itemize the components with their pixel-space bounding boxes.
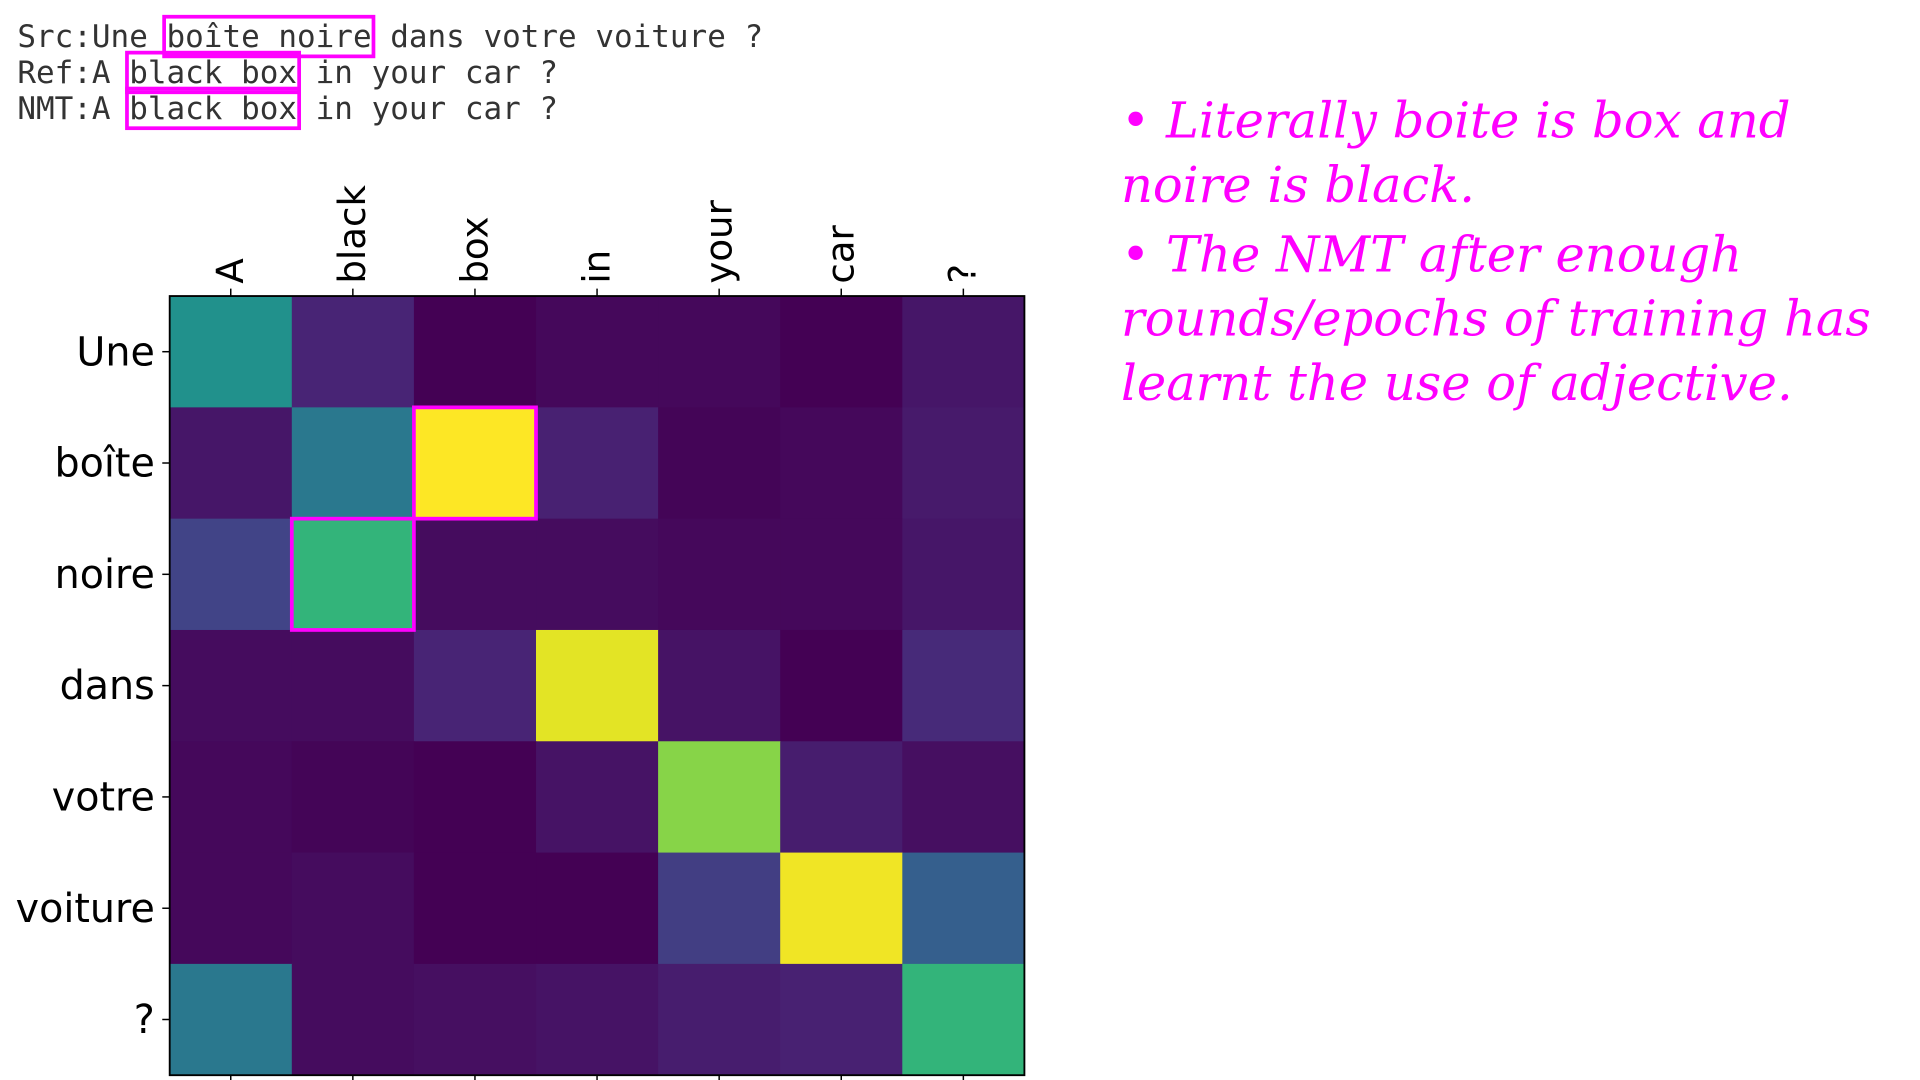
heatmap-cell: [536, 741, 659, 854]
heatmap-cell: [413, 518, 537, 631]
heatmap-cell: [902, 296, 1026, 408]
heatmap-cell: [536, 518, 659, 631]
note-2: • The NMT after enough rounds/epochs of …: [1121, 226, 1871, 413]
heatmap-cell: [536, 629, 659, 742]
heatmap-cell: [169, 518, 293, 631]
heatmap-cell: [169, 296, 293, 408]
y-tick-label: votre: [52, 775, 155, 821]
heatmap-cell: [291, 407, 415, 520]
heatmap-cell: [536, 963, 659, 1076]
y-tick-label: noire: [55, 552, 155, 598]
heatmap-cell: [536, 407, 659, 520]
figure: Src:Une boîte noire dans votre voiture ?…: [0, 0, 1920, 1080]
heatmap-cell: [169, 963, 293, 1076]
heatmap-cell: [902, 629, 1026, 742]
heatmap-cell: [536, 296, 659, 408]
heatmap-cell: [658, 963, 781, 1076]
heatmap-cell: [413, 963, 537, 1076]
heatmap-cell: [902, 852, 1026, 965]
heatmap-cell: [169, 852, 293, 965]
heatmap-cell: [291, 741, 415, 854]
heatmap-cell: [536, 852, 659, 965]
x-tick-label: car: [820, 224, 863, 283]
x-tick-label: box: [453, 216, 496, 283]
heatmap-cell: [780, 629, 903, 742]
heatmap-cell: [291, 629, 415, 742]
heatmap-cell: [413, 296, 537, 408]
heatmap-cell: [780, 852, 903, 965]
y-tick-label: Une: [76, 329, 155, 375]
heatmap-cell: [780, 741, 903, 854]
x-tick-label: your: [698, 199, 741, 283]
heatmap-cell: [291, 963, 415, 1076]
heatmap-cell: [780, 518, 903, 631]
heatmap-cell: [658, 296, 781, 408]
heatmap-cell: [780, 407, 903, 520]
heatmap-cell: [902, 518, 1026, 631]
x-tick-label: black: [331, 185, 374, 284]
heatmap-cell: [413, 407, 537, 520]
heatmap-cell: [413, 852, 537, 965]
heatmap-cell: [902, 407, 1026, 520]
heatmap-cell: [658, 852, 781, 965]
y-tick-label: dans: [60, 663, 155, 709]
note-1: • Literally boite is box and noire is bl…: [1121, 92, 1791, 215]
heatmap-cell: [413, 629, 537, 742]
heatmap-cell: [169, 741, 293, 854]
heatmap-cell: [902, 741, 1026, 854]
x-tick-label: ?: [942, 264, 985, 284]
x-tick-label: in: [575, 250, 618, 284]
heatmap-cell: [658, 629, 781, 742]
handwritten-notes: • Literally boite is box and noire is bl…: [1121, 89, 1889, 421]
heatmap-cell: [658, 407, 781, 520]
heatmap-cell: [780, 963, 903, 1076]
heatmap-cell: [658, 741, 781, 854]
attention-heatmap: Ablack box in your car ? Une boîte noire dans votr…: [16, 185, 1026, 1080]
x-tick-label: A: [209, 258, 252, 284]
y-tick-label: boîte: [55, 441, 155, 487]
heatmap-cell: [169, 629, 293, 742]
heatmap-cell: [902, 963, 1026, 1076]
heatmap-cell: [291, 296, 415, 408]
heatmap-cell: [658, 518, 781, 631]
heatmap-cell: [780, 296, 903, 408]
heatmap-cell: [413, 741, 537, 854]
heatmap-cell: [291, 852, 415, 965]
y-tick-label: ?: [134, 997, 155, 1043]
heatmap-cell: [291, 518, 415, 631]
y-tick-label: voiture: [16, 886, 155, 932]
heatmap-cell: [169, 407, 293, 520]
